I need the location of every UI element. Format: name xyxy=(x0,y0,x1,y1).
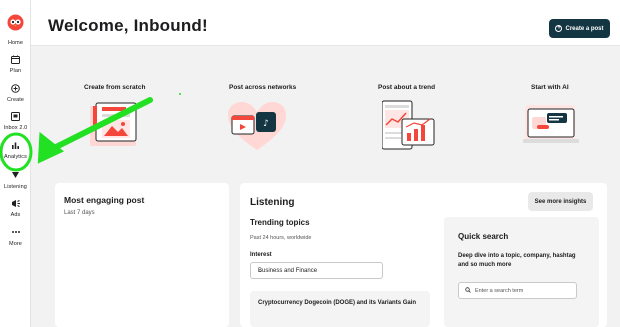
listening-icon xyxy=(10,169,22,181)
sidebar-item-create[interactable]: Create xyxy=(0,82,31,103)
quick-search-card: Quick search Deep dive into a topic, com… xyxy=(444,217,599,327)
see-more-insights-button[interactable]: See more insights xyxy=(528,192,593,211)
search-icon xyxy=(465,287,471,293)
chevron-down-icon: ⌄ xyxy=(258,268,264,274)
inbox-icon xyxy=(10,110,22,122)
quick-search-title: Quick search xyxy=(458,232,509,241)
quick-action-trend-label[interactable]: Post about a trend xyxy=(378,84,435,91)
megaphone-icon xyxy=(10,197,22,209)
sidebar: Home Plan Create Inbox 2.0 Analytics Lis… xyxy=(0,0,31,327)
quick-action-create-label[interactable]: Create from scratch xyxy=(84,84,145,91)
sidebar-item-label: Analytics xyxy=(4,154,27,160)
search-placeholder: Enter a search term xyxy=(475,288,524,294)
plus-circle-icon xyxy=(10,82,22,94)
sidebar-item-label: Inbox 2.0 xyxy=(3,125,28,131)
page-header: Welcome, Inbound! + Create a post xyxy=(31,0,620,46)
svg-text:♪: ♪ xyxy=(263,119,269,129)
sidebar-item-listening[interactable]: Listening xyxy=(0,169,31,190)
post-across-networks-illustration[interactable]: ♪ xyxy=(226,100,288,157)
sidebar-item-label: Home xyxy=(7,40,24,46)
sidebar-item-analytics[interactable]: Analytics xyxy=(0,139,31,160)
sidebar-item-label: Plan xyxy=(9,68,22,74)
interest-label: Interest xyxy=(250,252,272,258)
sidebar-item-label: Ads xyxy=(10,212,21,218)
sidebar-item-ads[interactable]: Ads xyxy=(0,197,31,218)
sidebar-item-home[interactable]: Home xyxy=(0,37,31,46)
start-with-ai-illustration[interactable] xyxy=(523,103,581,152)
sidebar-item-label: More xyxy=(9,241,22,247)
trending-title: Trending topics xyxy=(250,218,310,227)
post-about-trend-illustration[interactable] xyxy=(381,99,438,156)
sidebar-item-label: Listening xyxy=(4,184,27,190)
quick-search-description: Deep dive into a topic, company, hashtag… xyxy=(458,253,576,268)
owl-logo-icon[interactable] xyxy=(7,14,24,31)
quick-action-networks-label[interactable]: Post across networks xyxy=(229,84,296,91)
trending-subtitle: Past 24 hours, worldwide xyxy=(250,235,312,241)
more-icon xyxy=(10,226,22,238)
create-post-label: Create a post xyxy=(565,25,604,32)
main-content: Welcome, Inbound! + Create a post Create… xyxy=(31,0,620,327)
interest-select[interactable]: Business and Finance ⌄ xyxy=(250,262,383,279)
engaging-title: Most engaging post xyxy=(64,195,145,205)
plus-icon: + xyxy=(555,25,563,32)
bar-chart-icon xyxy=(10,139,22,151)
search-input[interactable]: Enter a search term xyxy=(458,282,577,299)
create-from-scratch-illustration[interactable] xyxy=(90,98,148,155)
create-post-button[interactable]: + Create a post xyxy=(549,19,610,38)
trending-topic-text: Cryptocurrency Dogecoin (DOGE) and its V… xyxy=(258,300,417,306)
page-title: Welcome, Inbound! xyxy=(48,16,208,35)
sidebar-item-label: Create xyxy=(6,97,25,103)
trending-topic-item[interactable]: Cryptocurrency Dogecoin (DOGE) and its V… xyxy=(250,291,430,327)
sidebar-item-more[interactable]: More xyxy=(0,226,31,247)
most-engaging-post-card: Most engaging post Last 7 days xyxy=(55,183,229,327)
sidebar-item-inbox[interactable]: Inbox 2.0 xyxy=(0,110,31,131)
quick-action-ai-label[interactable]: Start with AI xyxy=(531,84,569,91)
engaging-subtitle: Last 7 days xyxy=(64,210,95,216)
sidebar-item-plan[interactable]: Plan xyxy=(0,53,31,74)
calendar-icon xyxy=(10,53,22,65)
listening-title: Listening xyxy=(250,197,295,208)
